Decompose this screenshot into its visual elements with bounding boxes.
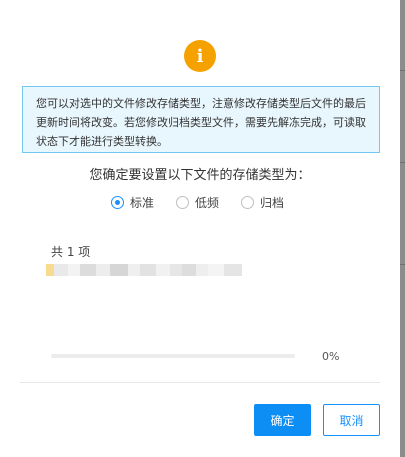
storage-type-radio-group: 标准 低频 归档 [111,194,306,211]
radio-label: 归档 [260,196,285,210]
item-count: 共 1 项 [51,245,91,259]
radio-circle[interactable] [111,196,124,209]
notice-box: 您可以对选中的文件修改存储类型，注意修改存储类型后文件的最后更新时间将改变。若您… [22,86,380,153]
radio-archive[interactable]: 归档 [241,194,284,211]
footer-divider [20,382,380,383]
background-overlay [400,0,405,457]
radio-label: 低频 [195,196,220,210]
change-storage-type-dialog: i 您可以对选中的文件修改存储类型，注意修改存储类型后文件的最后更新时间将改变。… [0,0,400,457]
notice-text: 您可以对选中的文件修改存储类型，注意修改存储类型后文件的最后更新时间将改变。若您… [36,97,366,148]
question-text: 您确定要设置以下文件的存储类型为： [89,168,311,183]
progress-bar [51,354,295,358]
radio-label: 标准 [130,196,155,210]
file-name-blurred [46,264,242,276]
cancel-button[interactable]: 取消 [323,404,380,436]
ok-button[interactable]: 确定 [254,404,311,436]
radio-circle[interactable] [176,196,190,209]
radio-standard[interactable]: 标准 [111,194,154,211]
radio-infrequent[interactable]: 低频 [176,194,219,211]
progress-percent: 0% [322,350,340,363]
radio-circle[interactable] [241,196,255,209]
info-icon: i [184,40,216,72]
